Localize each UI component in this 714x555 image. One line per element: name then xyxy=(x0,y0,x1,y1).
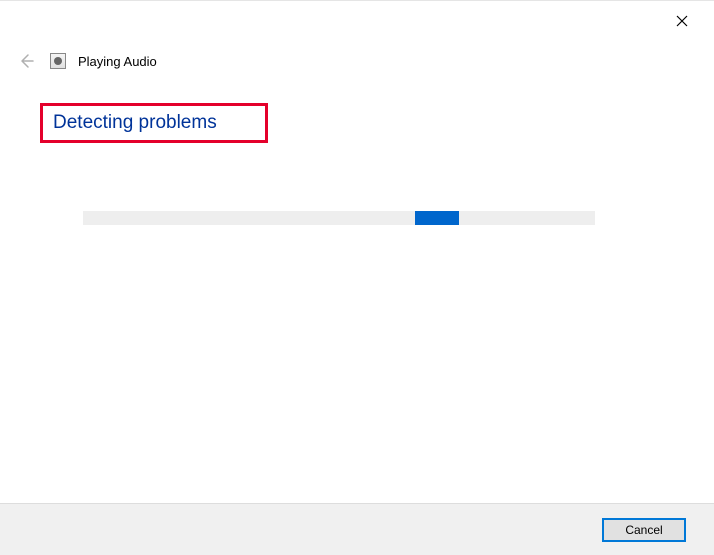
back-arrow-icon xyxy=(18,53,34,69)
wizard-header: Playing Audio xyxy=(16,51,157,71)
close-button[interactable] xyxy=(672,11,692,31)
close-icon xyxy=(676,15,688,27)
page-title: Playing Audio xyxy=(78,54,157,69)
status-heading: Detecting problems xyxy=(40,103,268,143)
cancel-button[interactable]: Cancel xyxy=(602,518,686,542)
troubleshooter-icon xyxy=(50,53,66,69)
progress-bar xyxy=(83,211,595,225)
progress-indicator xyxy=(415,211,459,225)
titlebar xyxy=(672,1,714,41)
back-button xyxy=(16,51,36,71)
dialog-footer: Cancel xyxy=(0,503,714,555)
